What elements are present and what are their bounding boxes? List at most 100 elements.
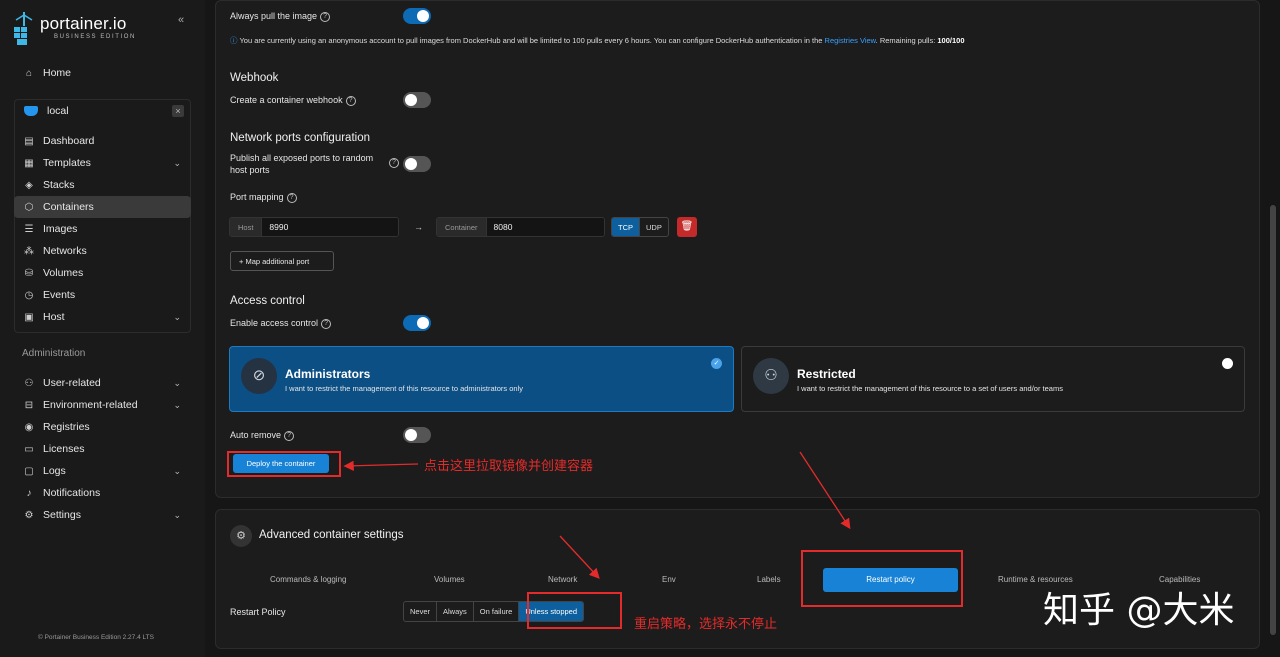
events-icon: ◷ <box>24 289 34 301</box>
sidebar-item-label: Volumes <box>43 267 84 279</box>
sidebar-item-label: Home <box>43 67 72 79</box>
close-environment-icon[interactable]: × <box>172 105 184 117</box>
help-icon[interactable]: ? <box>389 158 399 168</box>
scrollbar[interactable] <box>1270 205 1276 635</box>
sidebar-item-label: Containers <box>43 201 94 213</box>
always-pull-toggle[interactable] <box>403 8 431 24</box>
sidebar-item-label: Registries <box>43 421 90 433</box>
environment-name: local <box>47 105 69 117</box>
zhihu-watermark: 知乎 @大米 <box>1043 590 1235 631</box>
environment-icon: ⊟ <box>24 399 34 411</box>
port-mapping-label: Port mapping? <box>230 192 297 203</box>
card-description: I want to restrict the management of thi… <box>797 384 1063 393</box>
help-icon[interactable]: ? <box>345 95 356 106</box>
restricted-card[interactable]: ⚇ Restricted I want to restrict the mana… <box>741 346 1245 412</box>
sidebar-item-label: Stacks <box>43 179 75 191</box>
map-additional-port-button[interactable]: + Map additional port <box>230 251 334 271</box>
chevron-down-icon: ⌄ <box>173 399 181 410</box>
advanced-settings-title: Advanced container settings <box>259 529 404 541</box>
webhook-toggle[interactable] <box>403 92 431 108</box>
templates-icon: ▦ <box>24 157 34 169</box>
sidebar-item-environment-related[interactable]: ⊟ Environment-related ⌄ <box>14 394 191 416</box>
sidebar-item-label: Environment-related <box>43 399 138 411</box>
sidebar-item-images[interactable]: ☰ Images <box>14 218 191 240</box>
access-control-title: Access control <box>230 295 305 307</box>
settings-icon: ⚙ <box>24 509 34 521</box>
restart-annotation: 重启策略，选择永不停止 <box>634 616 778 631</box>
container-port-value[interactable]: 8080 <box>486 218 604 236</box>
tab-volumes[interactable]: Volumes <box>434 575 465 584</box>
info-text: You are currently using an anonymous acc… <box>239 36 823 45</box>
help-icon[interactable]: ? <box>320 11 331 22</box>
sidebar-item-settings[interactable]: ⚙ Settings ⌄ <box>14 504 191 526</box>
tab-network[interactable]: Network <box>548 575 577 584</box>
host-port-input[interactable]: Host 8990 <box>229 217 399 237</box>
card-description: I want to restrict the management of thi… <box>285 384 524 393</box>
sidebar-item-events[interactable]: ◷ Events <box>14 284 191 306</box>
administrators-card[interactable]: ⊘ Administrators I want to restrict the … <box>229 346 734 412</box>
card-title: Administrators <box>285 367 371 381</box>
registries-view-link[interactable]: Registries View <box>825 36 876 45</box>
access-control-toggle[interactable] <box>403 315 431 331</box>
card-title: Restricted <box>797 367 856 381</box>
restart-option-on-failure[interactable]: On failure <box>474 602 520 621</box>
sidebar-item-user-related[interactable]: ⚇ User-related ⌄ <box>14 372 191 394</box>
sidebar-item-stacks[interactable]: ◈ Stacks <box>14 174 191 196</box>
sidebar-item-host[interactable]: ▣ Host ⌄ <box>14 306 191 328</box>
publish-ports-toggle[interactable] <box>403 156 431 172</box>
sidebar-item-label: Logs <box>43 465 66 477</box>
sidebar-item-licenses[interactable]: ▭ Licenses <box>14 438 191 460</box>
restart-tab-highlight-box <box>801 550 963 607</box>
sidebar-item-volumes[interactable]: ⛁ Volumes <box>14 262 191 284</box>
sidebar-item-networks[interactable]: ⁂ Networks <box>14 240 191 262</box>
radio-button[interactable] <box>1222 358 1233 369</box>
arrow-right-icon: → <box>414 222 423 232</box>
licenses-icon: ▭ <box>24 443 34 455</box>
host-port-value[interactable]: 8990 <box>262 218 398 236</box>
stacks-icon: ◈ <box>25 179 33 191</box>
webhook-label: Create a container webhook? <box>230 95 356 106</box>
help-icon[interactable]: ? <box>286 192 297 203</box>
help-icon[interactable]: ? <box>284 430 295 441</box>
sidebar-item-notifications[interactable]: ♪ Notifications <box>14 482 191 504</box>
delete-port-icon[interactable]: 🗑 <box>677 217 697 237</box>
auto-remove-label: Auto remove? <box>230 430 295 441</box>
sidebar-item-registries[interactable]: ◉ Registries <box>14 416 191 438</box>
sidebar-item-logs[interactable]: ▢ Logs ⌄ <box>14 460 191 482</box>
help-icon[interactable]: ? <box>321 318 332 329</box>
sidebar-item-label: Images <box>43 223 78 235</box>
check-icon: ✓ <box>711 358 722 369</box>
sidebar: portainer.io BUSINESS EDITION « ⌂ Home l… <box>0 0 205 657</box>
sidebar-item-home[interactable]: ⌂ Home <box>14 62 191 84</box>
environment-header[interactable]: local <box>14 100 191 122</box>
registries-icon: ◉ <box>24 421 34 433</box>
networks-icon: ⁂ <box>24 245 34 257</box>
logo-subtitle: BUSINESS EDITION <box>54 34 136 40</box>
sidebar-item-label: Licenses <box>43 443 85 455</box>
sidebar-item-label: Notifications <box>43 487 101 499</box>
create-container-form <box>215 0 1260 498</box>
volumes-icon: ⛁ <box>24 267 34 279</box>
sidebar-item-label: Networks <box>43 245 87 257</box>
deploy-highlight-box <box>227 451 341 477</box>
tab-commands-logging[interactable]: Commands & logging <box>270 575 346 584</box>
portainer-logo-icon <box>14 12 33 45</box>
restart-option-never[interactable]: Never <box>404 602 438 621</box>
chevron-down-icon: ⌄ <box>173 157 181 168</box>
containers-icon: ⬡ <box>24 201 34 213</box>
sidebar-item-templates[interactable]: ▦ Templates ⌄ <box>14 152 191 174</box>
auto-remove-toggle[interactable] <box>403 427 431 443</box>
portainer-logo[interactable]: portainer.io BUSINESS EDITION <box>14 12 154 48</box>
bell-icon: ♪ <box>26 487 32 499</box>
protocol-udp[interactable]: UDP <box>640 218 668 236</box>
tab-env[interactable]: Env <box>662 575 676 584</box>
eye-off-icon: ⊘ <box>241 358 277 394</box>
sidebar-item-dashboard[interactable]: ▤ Dashboard <box>14 130 191 152</box>
protocol-tcp[interactable]: TCP <box>612 218 640 236</box>
collapse-sidebar-icon[interactable]: « <box>172 14 190 30</box>
dockerhub-info: ⓘ You are currently using an anonymous a… <box>230 35 965 46</box>
tab-labels[interactable]: Labels <box>757 575 781 584</box>
restart-option-always[interactable]: Always <box>437 602 474 621</box>
sidebar-item-containers[interactable]: ⬡ Containers <box>14 196 191 218</box>
container-port-input[interactable]: Container 8080 <box>436 217 605 237</box>
